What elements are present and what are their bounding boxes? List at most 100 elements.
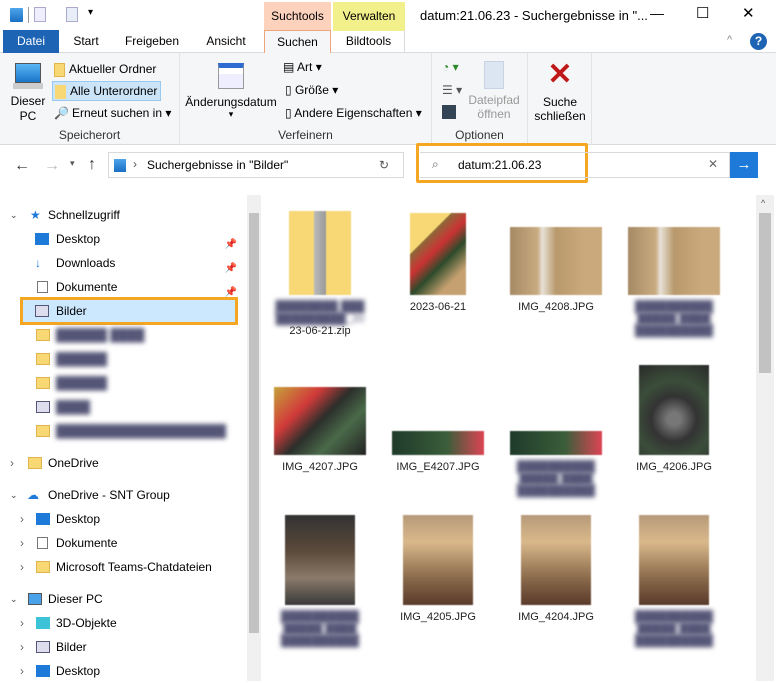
new-folder-icon[interactable]	[66, 7, 78, 22]
image-thumbnail[interactable]	[510, 431, 602, 455]
scroll-up-button[interactable]: ^	[761, 198, 765, 208]
sidebar-item-downloads[interactable]: ↓ Downloads 📌	[0, 251, 245, 275]
alle-unterordner-button[interactable]: Alle Unterordner	[52, 81, 162, 101]
close-button[interactable]: ✕	[742, 4, 755, 22]
advanced-options-button[interactable]: ☰ ▾	[442, 83, 462, 97]
address-text: Suchergebnisse in "Bilder"	[147, 158, 289, 172]
explorer-icon	[10, 8, 23, 22]
folder-icon	[36, 353, 50, 365]
quick-access-dropdown-icon[interactable]: ▾	[88, 7, 93, 18]
dieser-pc-button[interactable]: Dieser PC	[8, 59, 48, 124]
recent-locations-button[interactable]: ▾	[70, 158, 75, 169]
breadcrumb-chevron-icon[interactable]: ›	[133, 157, 137, 171]
file-name[interactable]: IMG_4208.JPG	[501, 301, 611, 313]
tab-start[interactable]: Start	[62, 30, 110, 53]
suche-schliessen-button[interactable]: ✕ Suche schließen	[532, 58, 588, 124]
image-thumbnail[interactable]	[274, 387, 366, 455]
file-grid: ████████ ███ █████████_20 23-06-21.zip 2023…	[262, 195, 756, 681]
file-name[interactable]: ██████████ █████ ████ ██████████	[265, 611, 375, 647]
help-icon[interactable]: ?	[750, 33, 767, 50]
image-thumbnail[interactable]	[392, 431, 484, 455]
context-tab-suchtools[interactable]: Suchtools	[264, 2, 331, 31]
sidebar-item-dieser-pc[interactable]: ⌄ Dieser PC	[0, 587, 245, 611]
content-scrollbar[interactable]: ^	[756, 195, 774, 681]
title-bar: ▾ Suchtools Verwalten datum:21.06.23 - S…	[0, 0, 776, 31]
collapse-ribbon-icon[interactable]: ^	[727, 34, 732, 46]
image-thumbnail[interactable]	[628, 227, 720, 295]
sidebar-item-blurred[interactable]: ████████████████████	[0, 419, 245, 443]
andere-eigenschaften-button[interactable]: ▯ Andere Eigenschaften ▾	[285, 106, 422, 120]
forward-button[interactable]: →	[44, 157, 60, 175]
back-button[interactable]: ←	[14, 157, 30, 175]
file-name[interactable]: IMG_E4207.JPG	[383, 461, 493, 473]
sidebar-item-onedrive-snt[interactable]: ⌄ ☁ OneDrive - SNT Group	[0, 483, 245, 507]
file-name[interactable]: ██████████ █████ ████ ██████████	[501, 461, 611, 497]
ribbon-tabs: Datei Start Freigeben Ansicht Suchen Bil…	[0, 30, 776, 54]
clear-search-button[interactable]: ✕	[708, 157, 718, 171]
art-button[interactable]: ▤ Art ▾	[283, 60, 322, 74]
sidebar-item-pc-desktop[interactable]: › Desktop	[0, 659, 245, 683]
file-name[interactable]: IMG_4205.JPG	[383, 611, 493, 623]
image-thumbnail[interactable]	[510, 227, 602, 295]
file-name[interactable]: IMG_4206.JPG	[619, 461, 729, 473]
search-input[interactable]: ⌕ datum:21.06.23 ✕	[420, 152, 730, 178]
folder-thumbnail[interactable]	[410, 213, 466, 295]
file-name-text: 23-06-21.zip	[289, 325, 351, 337]
image-thumbnail[interactable]	[403, 515, 473, 605]
sidebar-item-teams-chat[interactable]: › Microsoft Teams-Chatdateien	[0, 555, 245, 579]
file-name[interactable]: ██████████ █████ ████ ██████████	[619, 301, 729, 337]
sidebar-item-blurred[interactable]: ████	[0, 395, 245, 419]
zip-file-icon[interactable]	[289, 211, 351, 295]
image-thumbnail[interactable]	[639, 515, 709, 605]
group-label: Speicherort	[58, 128, 121, 142]
dateipfad-oeffnen-button[interactable]: Dateipfad öffnen	[466, 61, 522, 121]
tab-bildtools[interactable]: Bildtools	[333, 30, 405, 53]
file-name[interactable]: IMG_4204.JPG	[501, 611, 611, 623]
refresh-button[interactable]: ↻	[379, 158, 389, 172]
file-name[interactable]: ████████ ███ █████████_20 23-06-21.zip	[265, 301, 375, 337]
file-name-text: IMG_4208.JPG	[518, 301, 594, 313]
search-go-button[interactable]: →	[730, 152, 758, 178]
file-name[interactable]: 2023-06-21	[383, 301, 493, 313]
address-bar[interactable]: › Suchergebnisse in "Bilder" ↻	[108, 152, 404, 178]
tab-datei[interactable]: Datei	[3, 30, 59, 53]
sidebar-item-schnellzugriff[interactable]: ⌄ ★ Schnellzugriff	[0, 203, 245, 227]
scrollbar-thumb[interactable]	[249, 213, 259, 633]
sidebar-item-3d-objekte[interactable]: › 3D-Objekte	[0, 611, 245, 635]
recent-searches-button[interactable]: ◔ ▾	[442, 60, 459, 74]
sidebar-item-blurred[interactable]: ██████	[0, 371, 245, 395]
sidebar-item-desktop[interactable]: Desktop 📌	[0, 227, 245, 251]
sidebar-scrollbar[interactable]	[247, 195, 261, 681]
file-name-text: IMG_4206.JPG	[636, 461, 712, 473]
groesse-button[interactable]: ▯ Größe ▾	[285, 83, 338, 97]
maximize-button[interactable]: ☐	[696, 4, 709, 22]
sidebar-item-blurred[interactable]: ██████	[0, 347, 245, 371]
file-name[interactable]: IMG_4207.JPG	[265, 461, 375, 473]
tab-suchen[interactable]: Suchen	[264, 30, 331, 54]
properties-icon[interactable]	[34, 7, 46, 22]
sidebar-item-snt-desktop[interactable]: › Desktop	[0, 507, 245, 531]
sidebar-item-snt-dokumente[interactable]: › Dokumente	[0, 531, 245, 555]
file-name[interactable]: ██████████ █████ ████ ██████████	[619, 611, 729, 647]
up-button[interactable]: ↑	[88, 156, 96, 174]
image-thumbnail[interactable]	[285, 515, 355, 605]
context-tab-verwalten[interactable]: Verwalten	[333, 2, 405, 31]
tab-ansicht[interactable]: Ansicht	[196, 30, 256, 53]
erneut-suchen-button[interactable]: 🔎 Erneut suchen in ▾	[54, 104, 171, 124]
scrollbar-thumb[interactable]	[759, 213, 771, 373]
image-thumbnail[interactable]	[521, 515, 591, 605]
aenderungsdatum-button[interactable]: Änderungsdatum ▾	[185, 63, 277, 120]
sidebar-item-dokumente[interactable]: Dokumente 📌	[0, 275, 245, 299]
file-name-text: IMG_4204.JPG	[518, 611, 594, 623]
aktueller-ordner-button[interactable]: Aktueller Ordner	[54, 60, 156, 80]
sidebar-item-blurred[interactable]: ██████ ████	[0, 323, 245, 347]
minimize-button[interactable]: —	[650, 5, 664, 21]
save-search-icon[interactable]	[442, 105, 456, 119]
desktop-icon	[36, 513, 50, 525]
tab-freigeben[interactable]: Freigeben	[114, 30, 190, 53]
sidebar-item-pc-bilder[interactable]: › Bilder	[0, 635, 245, 659]
sidebar-item-onedrive[interactable]: › OneDrive	[0, 451, 245, 475]
open-path-icon	[484, 61, 504, 89]
close-search-icon: ✕	[547, 58, 573, 91]
image-thumbnail[interactable]	[639, 365, 709, 455]
